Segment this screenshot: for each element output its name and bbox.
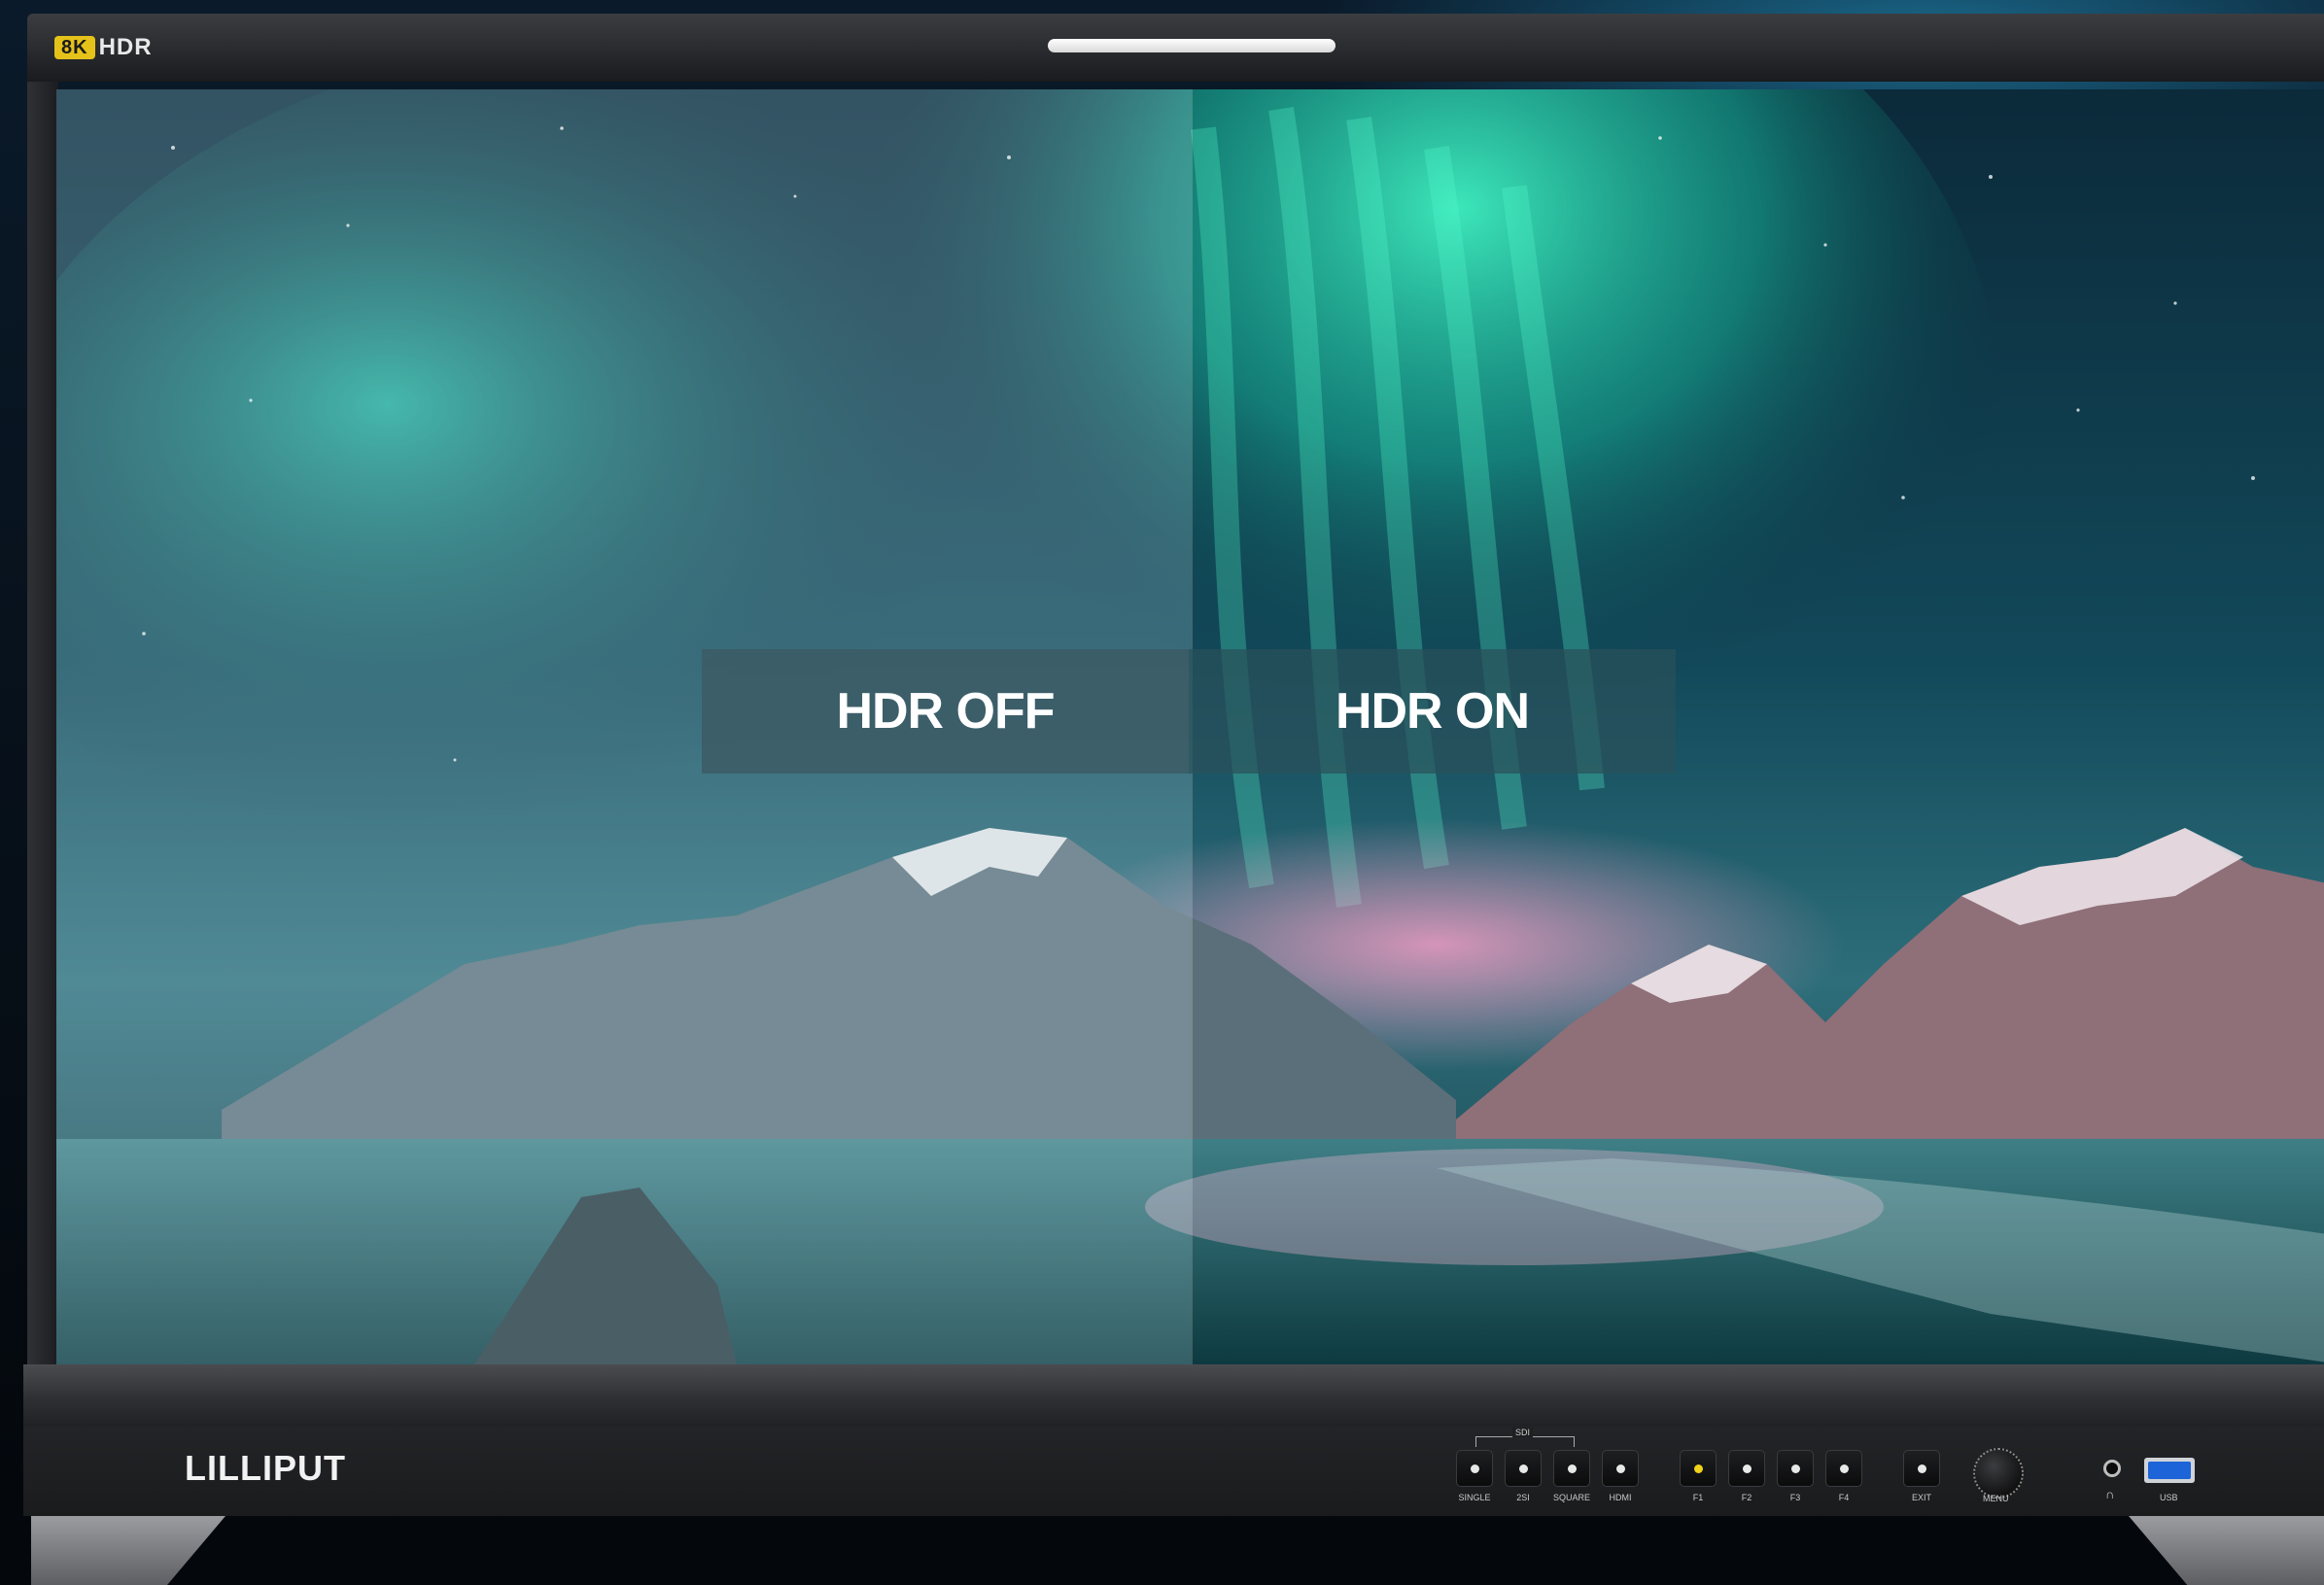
2si-button[interactable] — [1505, 1450, 1542, 1487]
hdmi-button-label: HDMI — [1609, 1493, 1632, 1502]
menu-knob-label: MENU — [1983, 1494, 2009, 1503]
hdmi-button[interactable] — [1602, 1450, 1639, 1487]
monitor-screen: HDR OFF HDR ON — [56, 89, 2324, 1364]
usb-port-icon[interactable] — [2144, 1458, 2195, 1483]
headphone-jack[interactable] — [2103, 1460, 2121, 1477]
f4-button[interactable] — [1825, 1450, 1862, 1487]
f3-button[interactable] — [1777, 1450, 1814, 1487]
8k-hdr-badge: 8K HDR — [54, 35, 153, 60]
exit-button[interactable] — [1903, 1450, 1940, 1487]
f1-button[interactable] — [1680, 1450, 1717, 1487]
bottom-bezel — [23, 1364, 2324, 1427]
headphone-icon: ∩ — [2105, 1487, 2115, 1501]
sdi-group-bracket — [1475, 1436, 1575, 1447]
hdr-off-label: HDR OFF — [702, 649, 1189, 774]
brand-logo: LILLIPUT — [185, 1448, 346, 1488]
left-bezel — [27, 82, 58, 1374]
hdr-on-label: HDR ON — [1189, 649, 1676, 774]
exit-button-label: EXIT — [1911, 1493, 1931, 1502]
badge-hdr: HDR — [98, 34, 153, 60]
f2-button[interactable] — [1728, 1450, 1765, 1487]
badge-8k: 8K — [54, 36, 95, 59]
sdi-group-label: SDI — [1512, 1428, 1534, 1437]
top-handle — [1048, 39, 1335, 52]
hdr-comparison-label-bar: HDR OFF HDR ON — [702, 649, 1676, 774]
f4-button-label: F4 — [1838, 1493, 1850, 1502]
square-button[interactable] — [1553, 1450, 1590, 1487]
usb-label: USB — [2160, 1493, 2178, 1502]
menu-knob-icon[interactable] — [1973, 1448, 2024, 1499]
single-button[interactable] — [1456, 1450, 1493, 1487]
